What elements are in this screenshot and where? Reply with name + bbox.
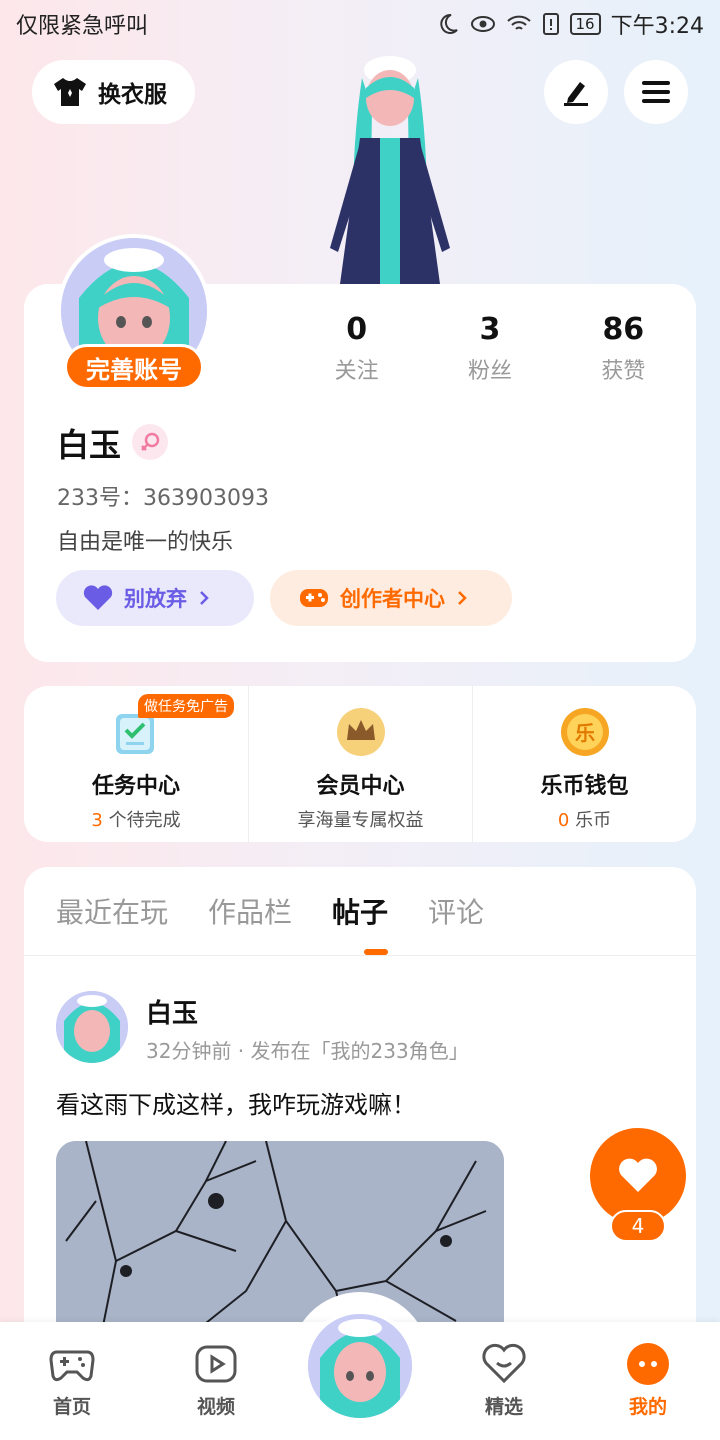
coin-wallet-item[interactable]: 乐 乐币钱包 0 乐币 — [472, 686, 696, 842]
tab-comments[interactable]: 评论 — [428, 891, 484, 931]
avatar-image — [308, 1314, 412, 1418]
stat-value: 86 — [602, 312, 645, 347]
nav-center-avatar[interactable] — [304, 1310, 416, 1422]
bio: 自由是唯一的快乐 — [57, 530, 234, 555]
task-center-item[interactable]: 任务中心 3 个待完成 做任务免广告 — [24, 686, 248, 842]
nav-mine[interactable]: 我的 — [576, 1322, 720, 1440]
stat-label: 粉丝 — [467, 359, 512, 384]
post-meta: 32分钟前 · 发布在「我的233角色」 — [146, 1039, 469, 1063]
wardrobe-button[interactable]: 换衣服 — [32, 60, 195, 124]
nav-label: 视频 — [196, 1396, 235, 1418]
nav-label: 精选 — [484, 1396, 523, 1418]
gamepad-icon — [49, 1350, 95, 1382]
status-bar: 仅限紧急呼叫 16 下午3:24 — [0, 0, 720, 48]
post-author-avatar[interactable] — [56, 991, 128, 1063]
heart-icon — [619, 1158, 657, 1192]
profile-stats: 0 关注 3 粉丝 86 获赞 — [290, 312, 690, 385]
nav-label: 首页 — [52, 1396, 91, 1418]
pending-count: 3 — [91, 810, 103, 831]
coin-count: 0 — [557, 810, 570, 831]
stat-likes[interactable]: 86 获赞 — [557, 312, 690, 385]
tab-recently-played[interactable]: 最近在玩 — [56, 891, 168, 931]
chevron-right-icon — [200, 591, 209, 605]
moon-icon — [439, 13, 458, 34]
nav-featured[interactable]: 精选 — [432, 1322, 576, 1440]
nav-video[interactable]: 视频 — [144, 1322, 288, 1440]
task-ad-free-tag: 做任务免广告 — [138, 694, 234, 718]
wifi-icon — [506, 15, 531, 30]
pill-label: 创作者中心 — [340, 587, 445, 611]
creator-center-button[interactable]: 创作者中心 — [270, 570, 512, 626]
coin-icon: 乐 — [560, 708, 609, 756]
heart-smile-icon — [482, 1343, 526, 1384]
gamepad-icon — [300, 589, 328, 607]
profile-tabs: 最近在玩 作品栏 帖子 评论 — [56, 891, 484, 931]
status-time: 下午3:24 — [610, 14, 704, 39]
nickname: 白玉 — [57, 426, 122, 464]
quick-title: 任务中心 — [91, 774, 180, 799]
avatar-character-image[interactable] — [310, 48, 470, 284]
quick-subtitle: 3 个待完成 — [24, 806, 248, 832]
menu-button[interactable] — [624, 60, 688, 124]
dont-give-up-button[interactable]: 别放弃 — [56, 570, 254, 626]
wardrobe-label: 换衣服 — [98, 82, 167, 108]
post-text: 看这雨下成这样，我咋玩游戏嘛！ — [56, 1091, 416, 1119]
quick-subtitle-text: 个待完成 — [102, 810, 181, 831]
quick-title: 会员中心 — [316, 774, 405, 799]
post-author-name[interactable]: 白玉 — [146, 993, 198, 1030]
female-gender-icon — [132, 424, 168, 460]
status-carrier-text: 仅限紧急呼叫 — [16, 14, 149, 39]
video-play-icon — [195, 1345, 237, 1383]
quick-subtitle: 享海量专属权益 — [297, 810, 424, 831]
stat-label: 关注 — [334, 359, 379, 384]
sim-alert-icon — [542, 13, 559, 35]
stat-label: 获赞 — [601, 359, 646, 384]
avatar-image — [56, 991, 128, 1063]
coin-glyph: 乐 — [575, 721, 595, 745]
heart-icon — [83, 585, 113, 610]
vip-center-item[interactable]: 会员中心 享海量专属权益 — [248, 686, 472, 842]
tshirt-icon — [54, 78, 86, 106]
complete-account-badge[interactable]: 完善账号 — [64, 344, 204, 390]
user-id: 233号：363903093 — [57, 486, 269, 511]
quick-subtitle: 0 乐币 — [473, 806, 696, 832]
quick-subtitle-text: 乐币 — [569, 810, 612, 831]
like-count: 4 — [610, 1210, 666, 1242]
nav-label: 我的 — [628, 1396, 667, 1418]
tab-posts[interactable]: 帖子 — [332, 891, 388, 931]
profile-face-icon — [627, 1343, 669, 1385]
pill-label: 别放弃 — [124, 587, 187, 611]
divider — [24, 955, 696, 956]
menu-icon — [642, 81, 670, 103]
crown-icon — [336, 708, 385, 756]
edit-button[interactable] — [544, 60, 608, 124]
nav-home[interactable]: 首页 — [0, 1322, 144, 1440]
stat-value: 3 — [479, 312, 501, 347]
battery-indicator: 16 — [569, 13, 601, 35]
quick-access-card: 任务中心 3 个待完成 做任务免广告 会员中心 享海量专属权益 乐 乐币钱包 0… — [24, 686, 696, 842]
quick-title: 乐币钱包 — [540, 774, 629, 799]
pen-icon — [564, 82, 588, 106]
stat-followers[interactable]: 3 粉丝 — [423, 312, 556, 385]
tab-works[interactable]: 作品栏 — [208, 891, 292, 931]
stat-value: 0 — [346, 312, 368, 347]
eye-icon — [470, 16, 495, 32]
chevron-right-icon — [458, 591, 467, 605]
stat-following[interactable]: 0 关注 — [290, 312, 423, 385]
